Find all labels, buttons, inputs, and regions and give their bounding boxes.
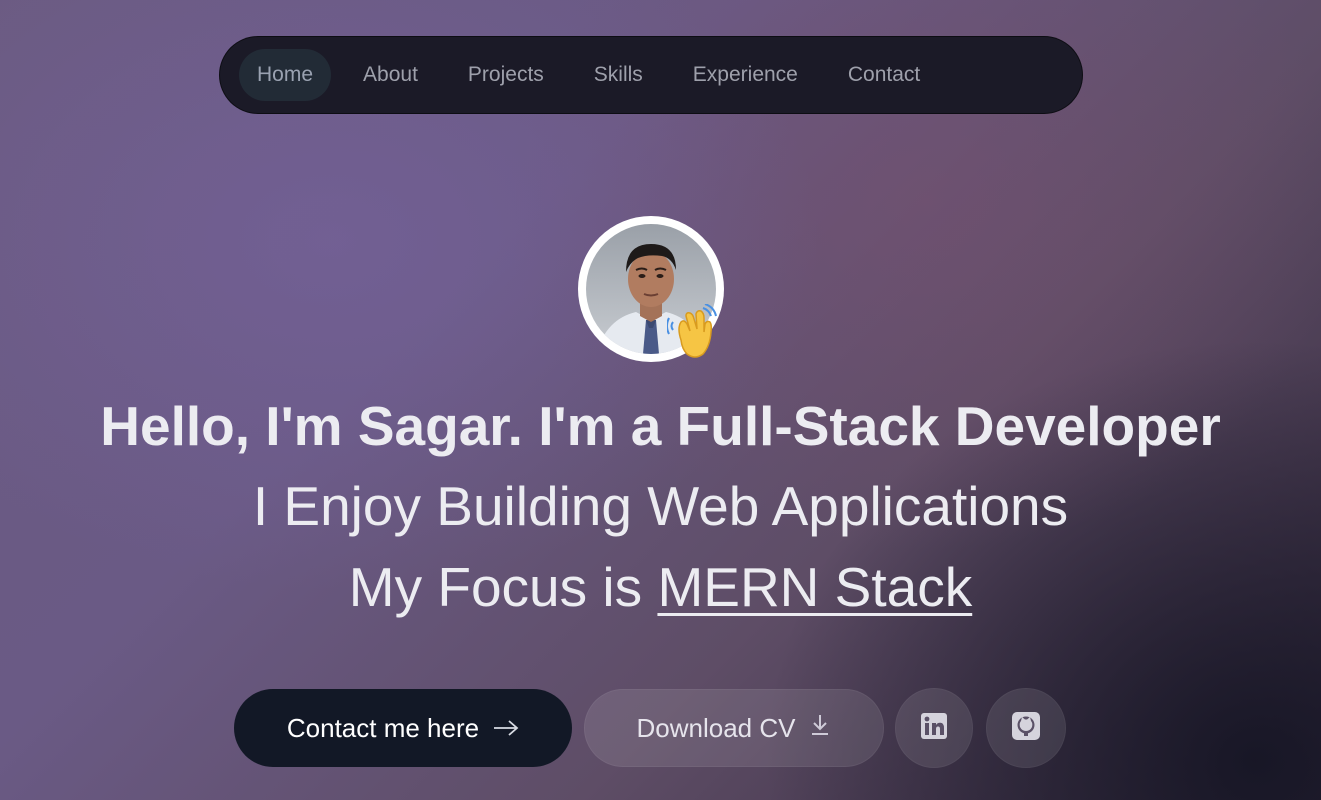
im-a-text: I'm a [522,395,677,457]
focus-text: MERN Stack [657,556,973,618]
waving-hand-icon [666,303,717,360]
github-icon [1012,711,1040,745]
contact-button[interactable]: Contact me here [234,689,572,767]
nav-item-about[interactable]: About [345,49,436,101]
role-text: Full-Stack Developer [676,395,1221,457]
hero-title: Hello, I'm Sagar. I'm a Full-Stack Devel… [0,394,1321,458]
nav-item-projects[interactable]: Projects [450,49,562,101]
github-button[interactable] [986,688,1066,768]
nav-item-contact[interactable]: Contact [830,49,938,101]
focus-prefix: My Focus is [348,556,658,618]
contact-button-label: Contact me here [286,712,480,743]
download-icon [809,713,831,744]
main-nav: Home About Projects Skills Experience Co… [219,36,1083,114]
linkedin-icon [921,712,947,744]
greeting-text: Hello, I'm Sagar. [100,395,523,457]
arrow-right-icon [493,713,519,744]
nav-item-home[interactable]: Home [239,49,332,101]
hero-subtitle: I Enjoy Building Web Applications [252,475,1069,537]
linkedin-button[interactable] [895,688,973,768]
nav-item-skills[interactable]: Skills [576,49,661,101]
download-cv-label: Download CV [636,712,796,743]
download-cv-button[interactable]: Download CV [584,689,884,767]
nav-item-experience[interactable]: Experience [675,49,816,101]
hero-focus: My Focus is MERN Stack [0,555,1321,619]
